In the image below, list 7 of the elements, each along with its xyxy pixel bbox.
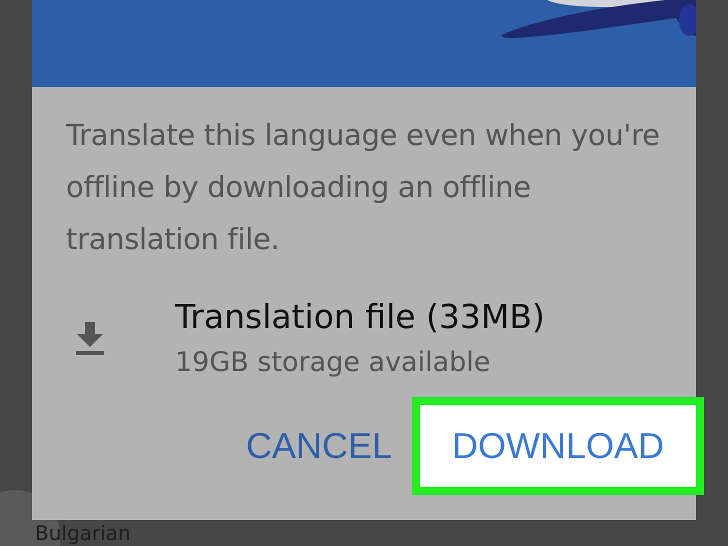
storage-text: 19GB storage available <box>175 346 492 380</box>
action-button[interactable]: CANCEL <box>242 407 396 485</box>
download-icon <box>76 322 104 356</box>
file-title: Translation file (33MB) <box>175 296 545 338</box>
description-text: Translate this language even when you're offline by downloading an offline translation file. <box>66 117 661 258</box>
language-item[interactable]: Bulgarian <box>35 521 131 545</box>
action-button[interactable]: DOWNLOAD <box>412 397 704 495</box>
